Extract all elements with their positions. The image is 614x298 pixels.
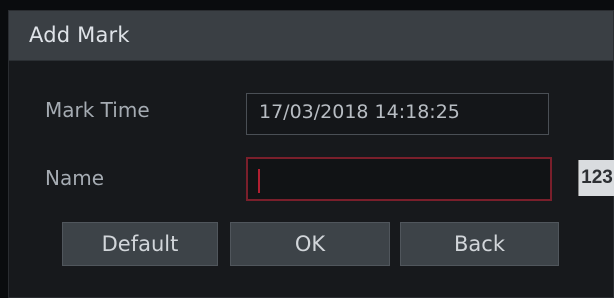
mark-time-label: Mark Time bbox=[45, 98, 150, 122]
mark-time-field: 17/03/2018 14:18:25 bbox=[246, 93, 549, 135]
name-label: Name bbox=[45, 166, 105, 190]
ok-button[interactable]: OK bbox=[230, 222, 390, 266]
mark-time-value: 17/03/2018 14:18:25 bbox=[259, 101, 460, 123]
back-button[interactable]: Back bbox=[400, 222, 559, 266]
dialog-title: Add Mark bbox=[29, 23, 130, 47]
text-caret bbox=[258, 169, 260, 193]
default-button[interactable]: Default bbox=[62, 222, 218, 266]
name-input[interactable] bbox=[246, 157, 552, 201]
input-mode-button[interactable]: 123 bbox=[578, 160, 614, 196]
dialog-titlebar: Add Mark bbox=[9, 11, 613, 61]
